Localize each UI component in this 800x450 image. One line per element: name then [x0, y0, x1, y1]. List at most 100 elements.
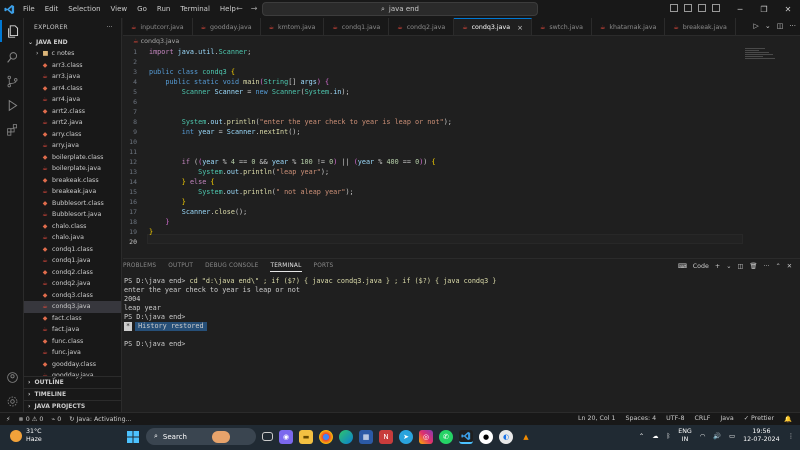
split-terminal-icon[interactable]: ◫ — [737, 263, 743, 270]
instagram-icon[interactable]: ◎ — [419, 429, 433, 444]
editor-tab[interactable]: ☕ condq3.java × — [454, 18, 532, 35]
java-projects-section[interactable]: › JAVA PROJECTS — [24, 400, 122, 412]
command-center-search[interactable]: ⌕ java end — [262, 2, 538, 16]
terminal-output[interactable]: PS D:\java end> cd "d:\java end\" ; if (… — [124, 277, 496, 349]
add-terminal-icon[interactable]: + — [715, 263, 720, 270]
menu-selection[interactable]: Selection — [63, 5, 105, 13]
editor-tab[interactable]: ☕ condq1.java — [324, 18, 390, 35]
cloud-icon[interactable]: ☁ — [652, 433, 658, 440]
java-status[interactable]: ↻ Java: Activating... — [69, 416, 131, 423]
account-icon[interactable] — [0, 366, 24, 388]
file-item[interactable]: ☕ arrt2.java — [24, 117, 121, 129]
file-item[interactable]: ☕ breakeak.java — [24, 186, 121, 198]
news-icon[interactable]: N — [379, 429, 393, 444]
remote-icon[interactable]: ⚡ — [6, 416, 10, 423]
search-view-icon[interactable] — [0, 46, 24, 68]
close-panel-icon[interactable]: ✕ — [787, 263, 792, 270]
tab-problems[interactable]: PROBLEMS — [123, 263, 156, 271]
back-arrow-icon[interactable]: ← — [236, 4, 243, 13]
ports-status[interactable]: ⌁ 0 — [51, 416, 61, 423]
problems-status[interactable]: ⊗ 0 ⚠ 0 — [18, 416, 43, 423]
file-item[interactable]: ◆ condq3.class — [24, 290, 121, 302]
code-editor[interactable]: 1 2 3 4 5 6 7 8 9 10 11 12 13 14 15 16 17 18 19 20 import j… — [123, 48, 743, 248]
battery-icon[interactable]: ▭ — [729, 433, 735, 440]
language-mode[interactable]: Java — [720, 415, 733, 423]
menu-view[interactable]: View — [106, 5, 133, 13]
split-editor-icon[interactable]: ◫ — [777, 22, 784, 30]
minimize-icon[interactable]: ─ — [728, 5, 752, 14]
file-item[interactable]: ☕ condq2.java — [24, 278, 121, 290]
toggle-sidebar-icon[interactable] — [670, 4, 678, 12]
run-icon[interactable]: ▷ — [753, 22, 758, 30]
folder-item[interactable]: › ■ c notes — [24, 48, 121, 60]
toggle-secondary-sidebar-icon[interactable] — [698, 4, 706, 12]
file-item[interactable]: ◆ boilerplate.class — [24, 152, 121, 164]
customize-layout-icon[interactable] — [712, 4, 720, 12]
tab-ports[interactable]: PORTS — [314, 263, 334, 271]
file-item[interactable]: ◆ chalo.class — [24, 221, 121, 233]
telegram-icon[interactable]: ➤ — [399, 429, 413, 444]
volume-icon[interactable]: 🔊 — [713, 432, 721, 440]
cursor-position[interactable]: Ln 20, Col 1 — [578, 415, 616, 423]
browser-icon[interactable]: ◐ — [499, 429, 513, 444]
file-item[interactable]: ◆ arr4.class — [24, 83, 121, 95]
menu-run[interactable]: Run — [152, 5, 175, 13]
editor-tab[interactable]: ☕ khatarnak.java — [592, 18, 666, 35]
maximize-icon[interactable]: ❐ — [752, 5, 776, 14]
encoding[interactable]: UTF-8 — [666, 415, 684, 423]
menu-go[interactable]: Go — [132, 5, 152, 13]
menu-edit[interactable]: Edit — [40, 5, 64, 13]
file-item[interactable]: ☕ arry.java — [24, 140, 121, 152]
tab-terminal[interactable]: TERMINAL — [270, 263, 302, 272]
close-icon[interactable]: ✕ — [776, 5, 800, 14]
bluetooth-icon[interactable]: ᛒ — [666, 433, 670, 440]
more-actions-icon[interactable]: ··· — [789, 22, 796, 30]
chrome-icon[interactable] — [319, 429, 333, 444]
file-explorer-icon[interactable]: ▬ — [299, 429, 313, 444]
close-tab-icon[interactable]: × — [517, 24, 523, 32]
breadcrumb-file[interactable]: condq3.java — [141, 38, 180, 45]
chevron-down-icon[interactable]: ⌄ — [726, 263, 731, 270]
file-item[interactable]: ☕ Bubblesort.java — [24, 209, 121, 221]
prettier-status[interactable]: ✓ Prettier — [744, 415, 774, 423]
editor-tab[interactable]: ☕ swtch.java — [532, 18, 592, 35]
file-item[interactable]: ☕ func.java — [24, 347, 121, 359]
source-control-icon[interactable] — [0, 70, 24, 92]
settings-gear-icon[interactable] — [0, 390, 24, 412]
forward-arrow-icon[interactable]: → — [251, 4, 258, 13]
file-item[interactable]: ☕ arr4.java — [24, 94, 121, 106]
file-item[interactable]: ◆ goodday.class — [24, 359, 121, 371]
start-windows-icon[interactable] — [126, 430, 140, 444]
run-debug-icon[interactable] — [0, 94, 24, 116]
tab-output[interactable]: OUTPUT — [168, 263, 193, 271]
notification-icon[interactable]: ⋮ — [788, 433, 794, 440]
whatsapp-icon[interactable]: ✆ — [439, 429, 453, 444]
file-item[interactable]: ☕ chalo.java — [24, 232, 121, 244]
file-item[interactable]: ☕ condq1.java — [24, 255, 121, 267]
maximize-panel-icon[interactable]: ⌃ — [775, 263, 780, 270]
shell-label[interactable]: Code — [693, 263, 709, 270]
vlc-icon[interactable]: ▲ — [519, 430, 533, 444]
chevron-down-icon[interactable]: ⌄ — [765, 22, 771, 30]
menu-file[interactable]: File — [18, 5, 40, 13]
workspace-root[interactable]: ⌄ JAVA END — [24, 36, 121, 48]
vscode-taskbar-icon[interactable] — [459, 429, 473, 444]
explorer-icon[interactable] — [0, 20, 24, 42]
file-item[interactable]: ◆ func.class — [24, 336, 121, 348]
extensions-icon[interactable] — [0, 118, 24, 140]
wifi-icon[interactable]: ◠ — [700, 433, 706, 440]
clock[interactable]: 19:56 12-07-2024 — [743, 428, 780, 444]
file-item[interactable]: ◆ arrt2.class — [24, 106, 121, 118]
more-actions-icon[interactable]: ··· — [106, 24, 113, 31]
editor-tab[interactable]: ☕ condq2.java — [389, 18, 455, 35]
file-item[interactable]: ◆ breakeak.class — [24, 175, 121, 187]
line-ending[interactable]: CRLF — [694, 415, 710, 423]
chat-icon[interactable]: ◉ — [279, 429, 293, 444]
github-icon[interactable]: ● — [479, 429, 493, 444]
indentation[interactable]: Spaces: 4 — [626, 415, 657, 423]
file-item[interactable]: ◆ Bubblesort.class — [24, 198, 121, 210]
file-item[interactable]: ◆ condq2.class — [24, 267, 121, 279]
notifications-bell-icon[interactable]: 🔔 — [784, 415, 792, 423]
menu-terminal[interactable]: Terminal — [175, 5, 215, 13]
editor-tab[interactable]: ☕ breakeak.java — [665, 18, 736, 35]
